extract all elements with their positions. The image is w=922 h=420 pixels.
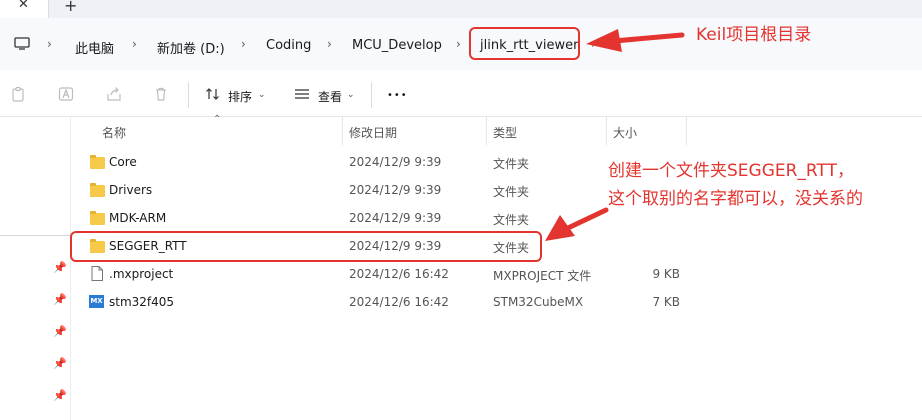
file-size: 9 KB [652, 267, 680, 281]
breadcrumb-drive-d[interactable]: 新加卷 (D:) [157, 38, 225, 57]
delete-icon[interactable] [153, 86, 169, 102]
column-header-size[interactable]: 大小 [613, 124, 637, 141]
pin-icon[interactable]: 📌 [53, 261, 67, 274]
file-size: 7 KB [652, 295, 680, 309]
more-options-button[interactable]: ••• [387, 90, 408, 101]
pin-icon[interactable]: 📌 [53, 293, 67, 306]
breadcrumb-separator: › [132, 37, 137, 51]
column-divider[interactable] [342, 117, 343, 145]
column-header-type[interactable]: 类型 [493, 124, 517, 141]
pin-icon[interactable]: 📌 [53, 357, 67, 370]
column-divider[interactable] [606, 117, 607, 145]
breadcrumb-separator: › [591, 37, 596, 51]
breadcrumb-this-pc[interactable]: 此电脑 [75, 38, 114, 57]
toolbar-divider [371, 82, 372, 108]
file-date: 2024/12/6 16:42 [349, 295, 449, 309]
folder-icon [90, 211, 105, 225]
column-header-date[interactable]: 修改日期 [349, 124, 397, 141]
command-bar [0, 70, 922, 117]
annotation-folder-line1: 创建一个文件夹SEGGER_RTT， [608, 161, 854, 181]
annotation-root-dir: Keil项目根目录 [696, 25, 812, 45]
breadcrumb-separator: › [47, 37, 52, 51]
view-icon[interactable] [294, 86, 310, 102]
folder-icon [90, 183, 105, 197]
file-name[interactable]: MDK-ARM [109, 211, 166, 225]
annotation-highlight-row [70, 231, 542, 262]
file-date: 2024/12/9 9:39 [349, 211, 442, 225]
annotation-highlight-breadcrumb [469, 27, 580, 60]
file-date: 2024/12/9 9:39 [349, 155, 442, 169]
sort-chevron-icon[interactable]: ⌄ [258, 90, 266, 100]
close-tab-icon[interactable]: ✕ [18, 0, 29, 12]
file-type: STM32CubeMX [493, 295, 584, 309]
file-type: 文件夹 [493, 157, 530, 171]
column-divider[interactable] [486, 117, 487, 145]
file-name[interactable]: .mxproject [109, 267, 173, 281]
tab-strip [0, 0, 922, 18]
breadcrumb-coding[interactable]: Coding [266, 38, 311, 53]
this-pc-icon[interactable] [14, 37, 30, 50]
stm32cubemx-icon: MX [89, 295, 104, 308]
file-date: 2024/12/9 9:39 [349, 183, 442, 197]
file-type: MXPROJECT 文件 [493, 269, 592, 283]
view-chevron-icon[interactable]: ⌄ [347, 90, 355, 100]
annotation-folder-line2: 这个取别的名字都可以，没关系的 [608, 189, 863, 209]
file-name[interactable]: Drivers [109, 183, 152, 197]
sort-ascending-icon: ⌃ [213, 114, 222, 125]
breadcrumb-mcu-develop[interactable]: MCU_Develop [352, 38, 442, 53]
file-name[interactable]: Core [109, 155, 137, 169]
rename-icon[interactable] [58, 86, 74, 102]
share-icon[interactable] [106, 86, 122, 102]
view-button[interactable]: 查看 [318, 88, 342, 105]
sort-icon[interactable] [205, 86, 221, 102]
sort-button[interactable]: 排序 [228, 88, 252, 105]
toolbar-divider [188, 82, 189, 108]
pin-icon[interactable]: 📌 [53, 389, 67, 402]
breadcrumb-separator: › [456, 37, 461, 51]
breadcrumb-separator: › [241, 37, 246, 51]
file-type: 文件夹 [493, 213, 530, 227]
column-header-name[interactable]: 名称 [102, 124, 126, 141]
pin-icon[interactable]: 📌 [53, 325, 67, 338]
nav-divider [0, 235, 70, 236]
file-icon [91, 266, 103, 281]
new-tab-icon[interactable]: + [64, 0, 77, 15]
paste-icon[interactable] [10, 86, 26, 102]
folder-icon [90, 155, 105, 169]
breadcrumb-separator: › [327, 37, 332, 51]
file-name[interactable]: stm32f405 [109, 295, 174, 309]
file-type: 文件夹 [493, 185, 530, 199]
column-divider[interactable] [686, 117, 687, 145]
file-date: 2024/12/6 16:42 [349, 267, 449, 281]
